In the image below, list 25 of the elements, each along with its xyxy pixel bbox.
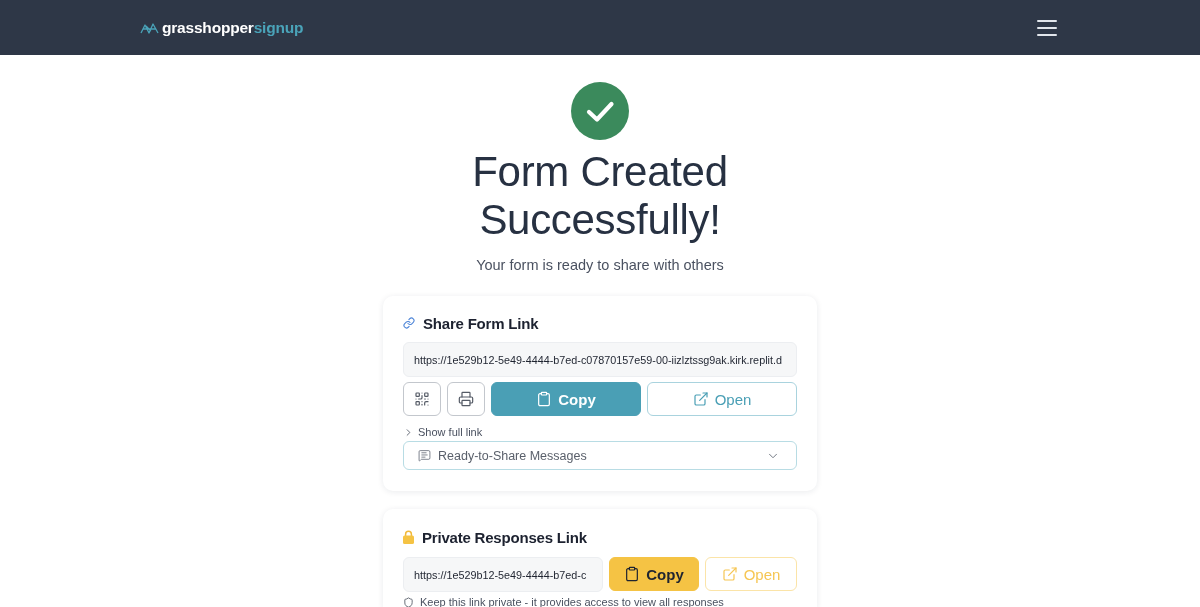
shield-icon xyxy=(403,597,414,607)
logo-wordmark[interactable]: grasshoppersignup xyxy=(162,18,304,37)
clipboard-icon xyxy=(536,391,553,407)
clipboard-icon xyxy=(624,566,641,582)
copy-button[interactable]: Copy xyxy=(609,557,699,591)
url-field[interactable]: https://1e529b12-5e49-4444-b7ed-c07870157e59-00-iizlztssg9ak.kirk.replit.d xyxy=(403,342,797,377)
qr-code-icon xyxy=(414,391,430,407)
card-title: Private Responses Link xyxy=(422,528,587,546)
print-button[interactable] xyxy=(447,382,485,416)
printer-icon xyxy=(458,391,474,407)
logo-icon xyxy=(140,21,159,34)
external-link-icon xyxy=(692,391,709,407)
external-link-icon xyxy=(721,566,738,582)
messages-dropdown[interactable]: Ready-to-Share Messages xyxy=(403,441,797,470)
lock-icon xyxy=(403,530,414,544)
menu-button[interactable] xyxy=(1037,19,1057,36)
qr-code-button[interactable] xyxy=(403,382,441,416)
chat-bubble-icon xyxy=(418,449,431,462)
page-title: Form Created Successfully! xyxy=(471,148,729,244)
check-circle-icon xyxy=(571,82,629,140)
show-full-link-toggle[interactable]: Show full link xyxy=(403,425,483,439)
url-field[interactable]: https://1e529b12-5e49-4444-b7ed-c xyxy=(403,557,603,592)
page-subtitle: Your form is ready to share with others xyxy=(476,256,724,275)
card-title: Share Form Link xyxy=(423,314,539,332)
link-icon xyxy=(403,317,415,329)
